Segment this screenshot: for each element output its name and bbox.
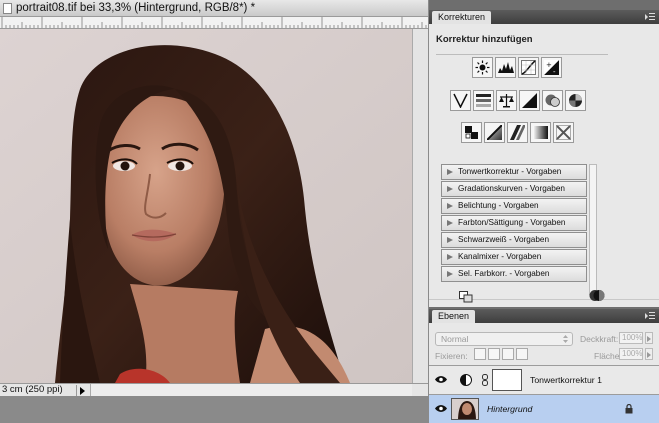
updown-arrows-icon	[563, 335, 568, 343]
layer-thumbnail[interactable]	[451, 398, 479, 420]
lock-icon	[625, 404, 633, 414]
divider	[436, 54, 608, 55]
expand-triangle-icon[interactable]	[447, 254, 453, 260]
fill-slider-arrow[interactable]	[645, 348, 653, 360]
adjustments-panel-header: Korrekturen	[429, 10, 659, 24]
document-status: 3 cm (250 ppi)	[2, 384, 63, 395]
chain-link-icon[interactable]	[482, 374, 488, 386]
channel-mixer-icon[interactable]	[565, 90, 586, 111]
blend-mode-select[interactable]: Normal	[435, 332, 573, 346]
expand-triangle-icon[interactable]	[447, 271, 453, 277]
vertical-scrollbar[interactable]	[412, 29, 428, 383]
black-white-icon[interactable]	[519, 90, 540, 111]
opacity-input[interactable]: 100%	[619, 332, 643, 344]
levels-icon[interactable]	[495, 57, 516, 78]
file-icon	[3, 3, 12, 14]
preset-selective-color[interactable]: Sel. Farbkorr. - Vorgaben	[441, 266, 587, 282]
photo-filter-icon[interactable]	[542, 90, 563, 111]
adjustment-icons-row-3	[461, 122, 574, 143]
panel-menu-icon[interactable]	[645, 12, 655, 21]
layers-panel-header: Ebenen	[429, 309, 659, 323]
status-bar: 3 cm (250 ppi)	[0, 383, 428, 396]
posterize-icon[interactable]	[484, 122, 505, 143]
layer-row-background[interactable]: Hintergrund	[429, 394, 659, 423]
opacity-label: Deckkraft:	[580, 334, 619, 344]
preset-curves[interactable]: Gradationskurven - Vorgaben	[441, 181, 587, 197]
tab-korrekturen[interactable]: Korrekturen	[432, 11, 492, 24]
expand-triangle-icon[interactable]	[447, 237, 453, 243]
document-title-bar[interactable]: portrait08.tif bei 33,3% (Hintergrund, R…	[0, 0, 428, 17]
opacity-slider-arrow[interactable]	[645, 332, 653, 344]
document-title: portrait08.tif bei 33,3% (Hintergrund, R…	[16, 2, 256, 14]
expand-triangle-icon[interactable]	[447, 203, 453, 209]
invert-icon[interactable]	[461, 122, 482, 143]
panel-dock: Korrekturen Korrektur hinzufügen + - Ton…	[429, 0, 659, 423]
preset-black-white[interactable]: Schwarzweiß - Vorgaben	[441, 232, 587, 248]
curves-icon[interactable]	[518, 57, 539, 78]
selective-color-icon[interactable]	[553, 122, 574, 143]
brightness-contrast-icon[interactable]	[472, 57, 493, 78]
expand-triangle-icon[interactable]	[447, 186, 453, 192]
lock-transparency-icon[interactable]	[474, 348, 486, 360]
preset-channel-mixer[interactable]: Kanalmixer - Vorgaben	[441, 249, 587, 265]
expand-triangle-icon[interactable]	[447, 220, 453, 226]
threshold-icon[interactable]	[507, 122, 528, 143]
layer-mask-thumbnail[interactable]	[492, 369, 522, 391]
color-balance-icon[interactable]	[496, 90, 517, 111]
hue-saturation-icon[interactable]	[473, 90, 494, 111]
image-canvas[interactable]	[0, 29, 412, 383]
adjustments-panel: Korrektur hinzufügen + - Tonwertkorrektu…	[429, 24, 659, 307]
photoshop-window: portrait08.tif bei 33,3% (Hintergrund, R…	[0, 0, 659, 423]
lock-pixels-icon[interactable]	[488, 348, 500, 360]
adjustment-layer-icon	[460, 374, 472, 386]
eye-icon[interactable]	[435, 375, 447, 384]
horizontal-scrollbar[interactable]	[90, 384, 412, 396]
presets-scrollbar[interactable]	[589, 164, 597, 295]
layer-name[interactable]: Hintergrund	[487, 404, 532, 414]
adjustment-icons-row-1: + -	[472, 57, 562, 78]
eye-icon[interactable]	[435, 404, 447, 413]
clip-to-layer-icon[interactable]	[459, 290, 473, 303]
lock-label: Fixieren:	[435, 351, 468, 361]
preset-levels[interactable]: Tonwertkorrektur - Vorgaben	[441, 164, 587, 180]
panel-menu-icon[interactable]	[645, 311, 655, 320]
adjustments-heading: Korrektur hinzufügen	[436, 34, 533, 45]
fill-label: Fläche:	[594, 351, 622, 361]
layers-panel: Normal Deckkraft: 100% Fixieren: Fläche:…	[429, 323, 659, 423]
expand-triangle-icon[interactable]	[447, 169, 453, 175]
presets-list: Tonwertkorrektur - Vorgaben Gradationsku…	[441, 164, 587, 295]
tab-ebenen[interactable]: Ebenen	[432, 310, 476, 323]
new-adjustment-icon[interactable]	[589, 289, 605, 302]
lock-position-icon[interactable]	[502, 348, 514, 360]
preset-exposure[interactable]: Belichtung - Vorgaben	[441, 198, 587, 214]
vibrance-icon[interactable]	[450, 90, 471, 111]
svg-text:+: +	[546, 61, 552, 69]
exposure-icon[interactable]: + -	[541, 57, 562, 78]
document-window: portrait08.tif bei 33,3% (Hintergrund, R…	[0, 0, 428, 396]
adjustment-icons-row-2	[450, 90, 586, 111]
layer-row-adjustment[interactable]: Tonwertkorrektur 1	[429, 365, 659, 394]
horizontal-ruler	[0, 17, 428, 29]
portrait-image	[0, 29, 412, 383]
layer-name[interactable]: Tonwertkorrektur 1	[530, 375, 602, 385]
lock-all-icon[interactable]	[516, 348, 528, 360]
preset-hue-saturation[interactable]: Farbton/Sättigung - Vorgaben	[441, 215, 587, 231]
gradient-map-icon[interactable]	[530, 122, 551, 143]
status-menu-arrow[interactable]	[76, 385, 88, 396]
fill-input[interactable]: 100%	[619, 348, 643, 360]
